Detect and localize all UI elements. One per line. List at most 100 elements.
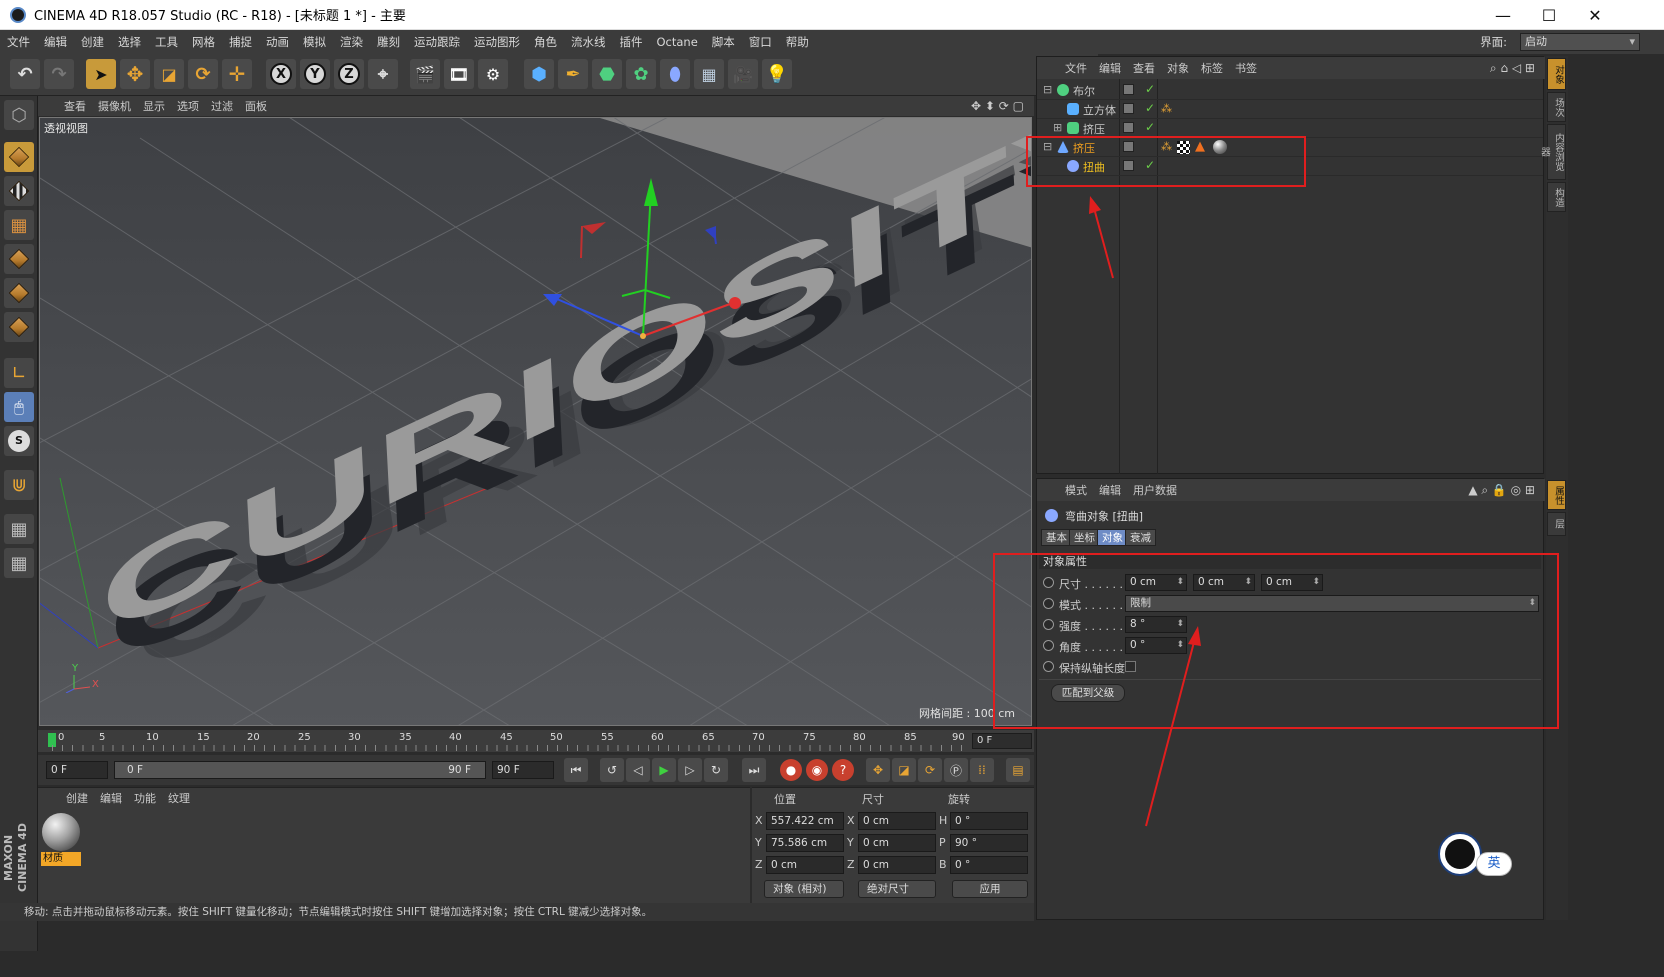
timeline-window-icon[interactable]: ▤ [1006,758,1030,782]
key-point-level-icon[interactable]: ⁞⁞ [970,758,994,782]
material-menu-function[interactable]: 功能 [128,790,162,806]
menu-create[interactable]: 创建 [74,34,111,50]
menu-motion-tracker[interactable]: 运动跟踪 [407,34,467,50]
attr-menu-user-data[interactable]: 用户数据 [1127,482,1183,498]
y-axis-lock-button[interactable]: Y [300,59,330,89]
select-arrow-icon[interactable]: ➤ [86,59,116,89]
workplane-mode-icon[interactable]: ▦ [4,210,34,240]
tab-basic[interactable]: 基本 [1041,529,1072,546]
key-parameter-icon[interactable]: Ⓟ [944,758,968,782]
viewport-menu-filter[interactable]: 过滤 [205,98,239,114]
redo-icon[interactable]: ↷ [44,59,74,89]
next-frame-icon[interactable]: ▷ [678,758,702,782]
render-settings-icon[interactable]: ⚙ [478,59,508,89]
size-z-field[interactable]: 0 cm [858,856,936,874]
previous-key-icon[interactable]: ↺ [600,758,624,782]
rot-b-field[interactable]: 0 ° [950,856,1028,874]
record-key-icon[interactable]: ● [780,759,802,781]
enabled-check-icon[interactable]: ✓ [1145,101,1155,115]
render-region-icon[interactable]: 🎞 [444,59,474,89]
menu-edit[interactable]: 编辑 [37,34,74,50]
menu-plugins[interactable]: 插件 [613,34,650,50]
objects-menu-objects[interactable]: 对象 [1161,60,1195,76]
enabled-check-icon[interactable]: ✓ [1145,82,1155,96]
menu-character[interactable]: 角色 [527,34,564,50]
x-axis-lock-button[interactable]: X [266,59,296,89]
render-view-icon[interactable]: 🎬 [410,59,440,89]
menu-script[interactable]: 脚本 [705,34,742,50]
deformer-icon[interactable]: ⬮ [660,59,690,89]
visibility-toggle-icon[interactable] [1123,103,1134,114]
coordinate-mode-dropdown[interactable]: 对象 (相对) [764,880,844,898]
visibility-toggle-icon[interactable] [1123,122,1134,133]
viewport-menu-display[interactable]: 显示 [137,98,171,114]
objects-menu-bookmarks[interactable]: 书签 [1229,60,1263,76]
live-selection-icon[interactable]: ✛ [222,59,252,89]
pos-z-field[interactable]: 0 cm [766,856,844,874]
ime-language-indicator[interactable]: 英 [1476,852,1512,876]
go-to-end-icon[interactable]: ⏭ [742,758,766,782]
menu-window[interactable]: 窗口 [742,34,779,50]
material-menu-edit[interactable]: 编辑 [94,790,128,806]
tab-layers-vertical[interactable]: 层 [1547,512,1566,536]
objects-menu-view[interactable]: 查看 [1127,60,1161,76]
model-mode-icon[interactable] [4,142,34,172]
axis-mode-icon[interactable]: ∟ [4,358,34,388]
menu-octane[interactable]: Octane [650,35,705,49]
enabled-check-icon[interactable]: ✓ [1145,120,1155,134]
subdivision-surface-icon[interactable]: ⬣ [592,59,622,89]
menu-animate[interactable]: 动画 [259,34,296,50]
size-y-field[interactable]: 0 cm [858,834,936,852]
menu-help[interactable]: 帮助 [779,34,816,50]
tab-object[interactable]: 对象 [1097,529,1128,546]
viewport-menu-cameras[interactable]: 摄像机 [92,98,137,114]
attr-menu-edit[interactable]: 编辑 [1093,482,1127,498]
tab-attributes-vertical[interactable]: 属性 [1547,480,1566,510]
points-mode-icon[interactable] [4,244,34,274]
magnet-icon[interactable]: ⋓ [4,470,34,500]
attr-menu-mode[interactable]: 模式 [1059,482,1093,498]
tab-content-browser-vertical[interactable]: 内容浏览器 [1539,124,1566,180]
end-frame-field[interactable]: 90 F [492,761,554,779]
phong-tag-icon[interactable]: ⁂ [1161,102,1172,115]
material-swatch[interactable]: 材质 [41,812,81,869]
make-editable-icon[interactable]: ⬡ [4,100,34,130]
auto-key-icon[interactable]: ◉ [806,759,828,781]
maximize-button[interactable]: ☐ [1526,0,1572,30]
size-mode-dropdown[interactable]: 绝对尺寸 [858,880,936,898]
objects-menu-file[interactable]: 文件 [1059,60,1093,76]
current-frame-field[interactable]: 0 F [972,733,1032,749]
z-axis-lock-button[interactable]: Z [334,59,364,89]
keyframe-selection-icon[interactable]: ? [832,759,854,781]
interface-layout-select[interactable]: 启动 [1520,33,1640,51]
menu-sculpt[interactable]: 雕刻 [370,34,407,50]
objects-menu-tags[interactable]: 标签 [1195,60,1229,76]
menu-mesh[interactable]: 网格 [185,34,222,50]
menu-snap[interactable]: 捕捉 [222,34,259,50]
rotate-tool-icon[interactable]: ⟳ [188,59,218,89]
tab-objects-vertical[interactable]: 对象 [1547,58,1566,90]
perspective-viewport[interactable]: CURIOSITY CURIOSITY CURIOSITY 透视视图 网格间距 … [39,117,1032,726]
attribute-nav-icons[interactable]: ▲ ⌕ 🔒 ◎ ⊞ [1462,483,1541,498]
tree-collapse-icon[interactable]: ⊟ [1043,83,1052,96]
tab-falloff[interactable]: 衰减 [1125,529,1156,546]
size-x-field[interactable]: 0 cm [858,812,936,830]
rot-h-field[interactable]: 0 ° [950,812,1028,830]
polygons-mode-icon[interactable] [4,312,34,342]
mograph-cloner-icon[interactable]: ✿ [626,59,656,89]
object-row-boole[interactable]: ⊟ 布尔 ✓ [1037,81,1543,100]
menu-file[interactable]: 文件 [0,34,37,50]
next-key-icon[interactable]: ↻ [704,758,728,782]
rot-p-field[interactable]: 90 ° [950,834,1028,852]
frame-range-slider[interactable]: 0 F 90 F [114,761,486,779]
menu-mograph[interactable]: 运动图形 [467,34,527,50]
minimize-button[interactable]: — [1480,0,1526,30]
pen-spline-icon[interactable]: ✒ [558,59,588,89]
menu-tools[interactable]: 工具 [148,34,185,50]
tab-coordinates[interactable]: 坐标 [1069,529,1100,546]
light-icon[interactable]: 💡 [762,59,792,89]
previous-frame-icon[interactable]: ◁ [626,758,650,782]
texture-mode-icon[interactable] [4,176,34,206]
scale-tool-icon[interactable]: ◪ [154,59,184,89]
key-position-icon[interactable]: ✥ [866,758,890,782]
